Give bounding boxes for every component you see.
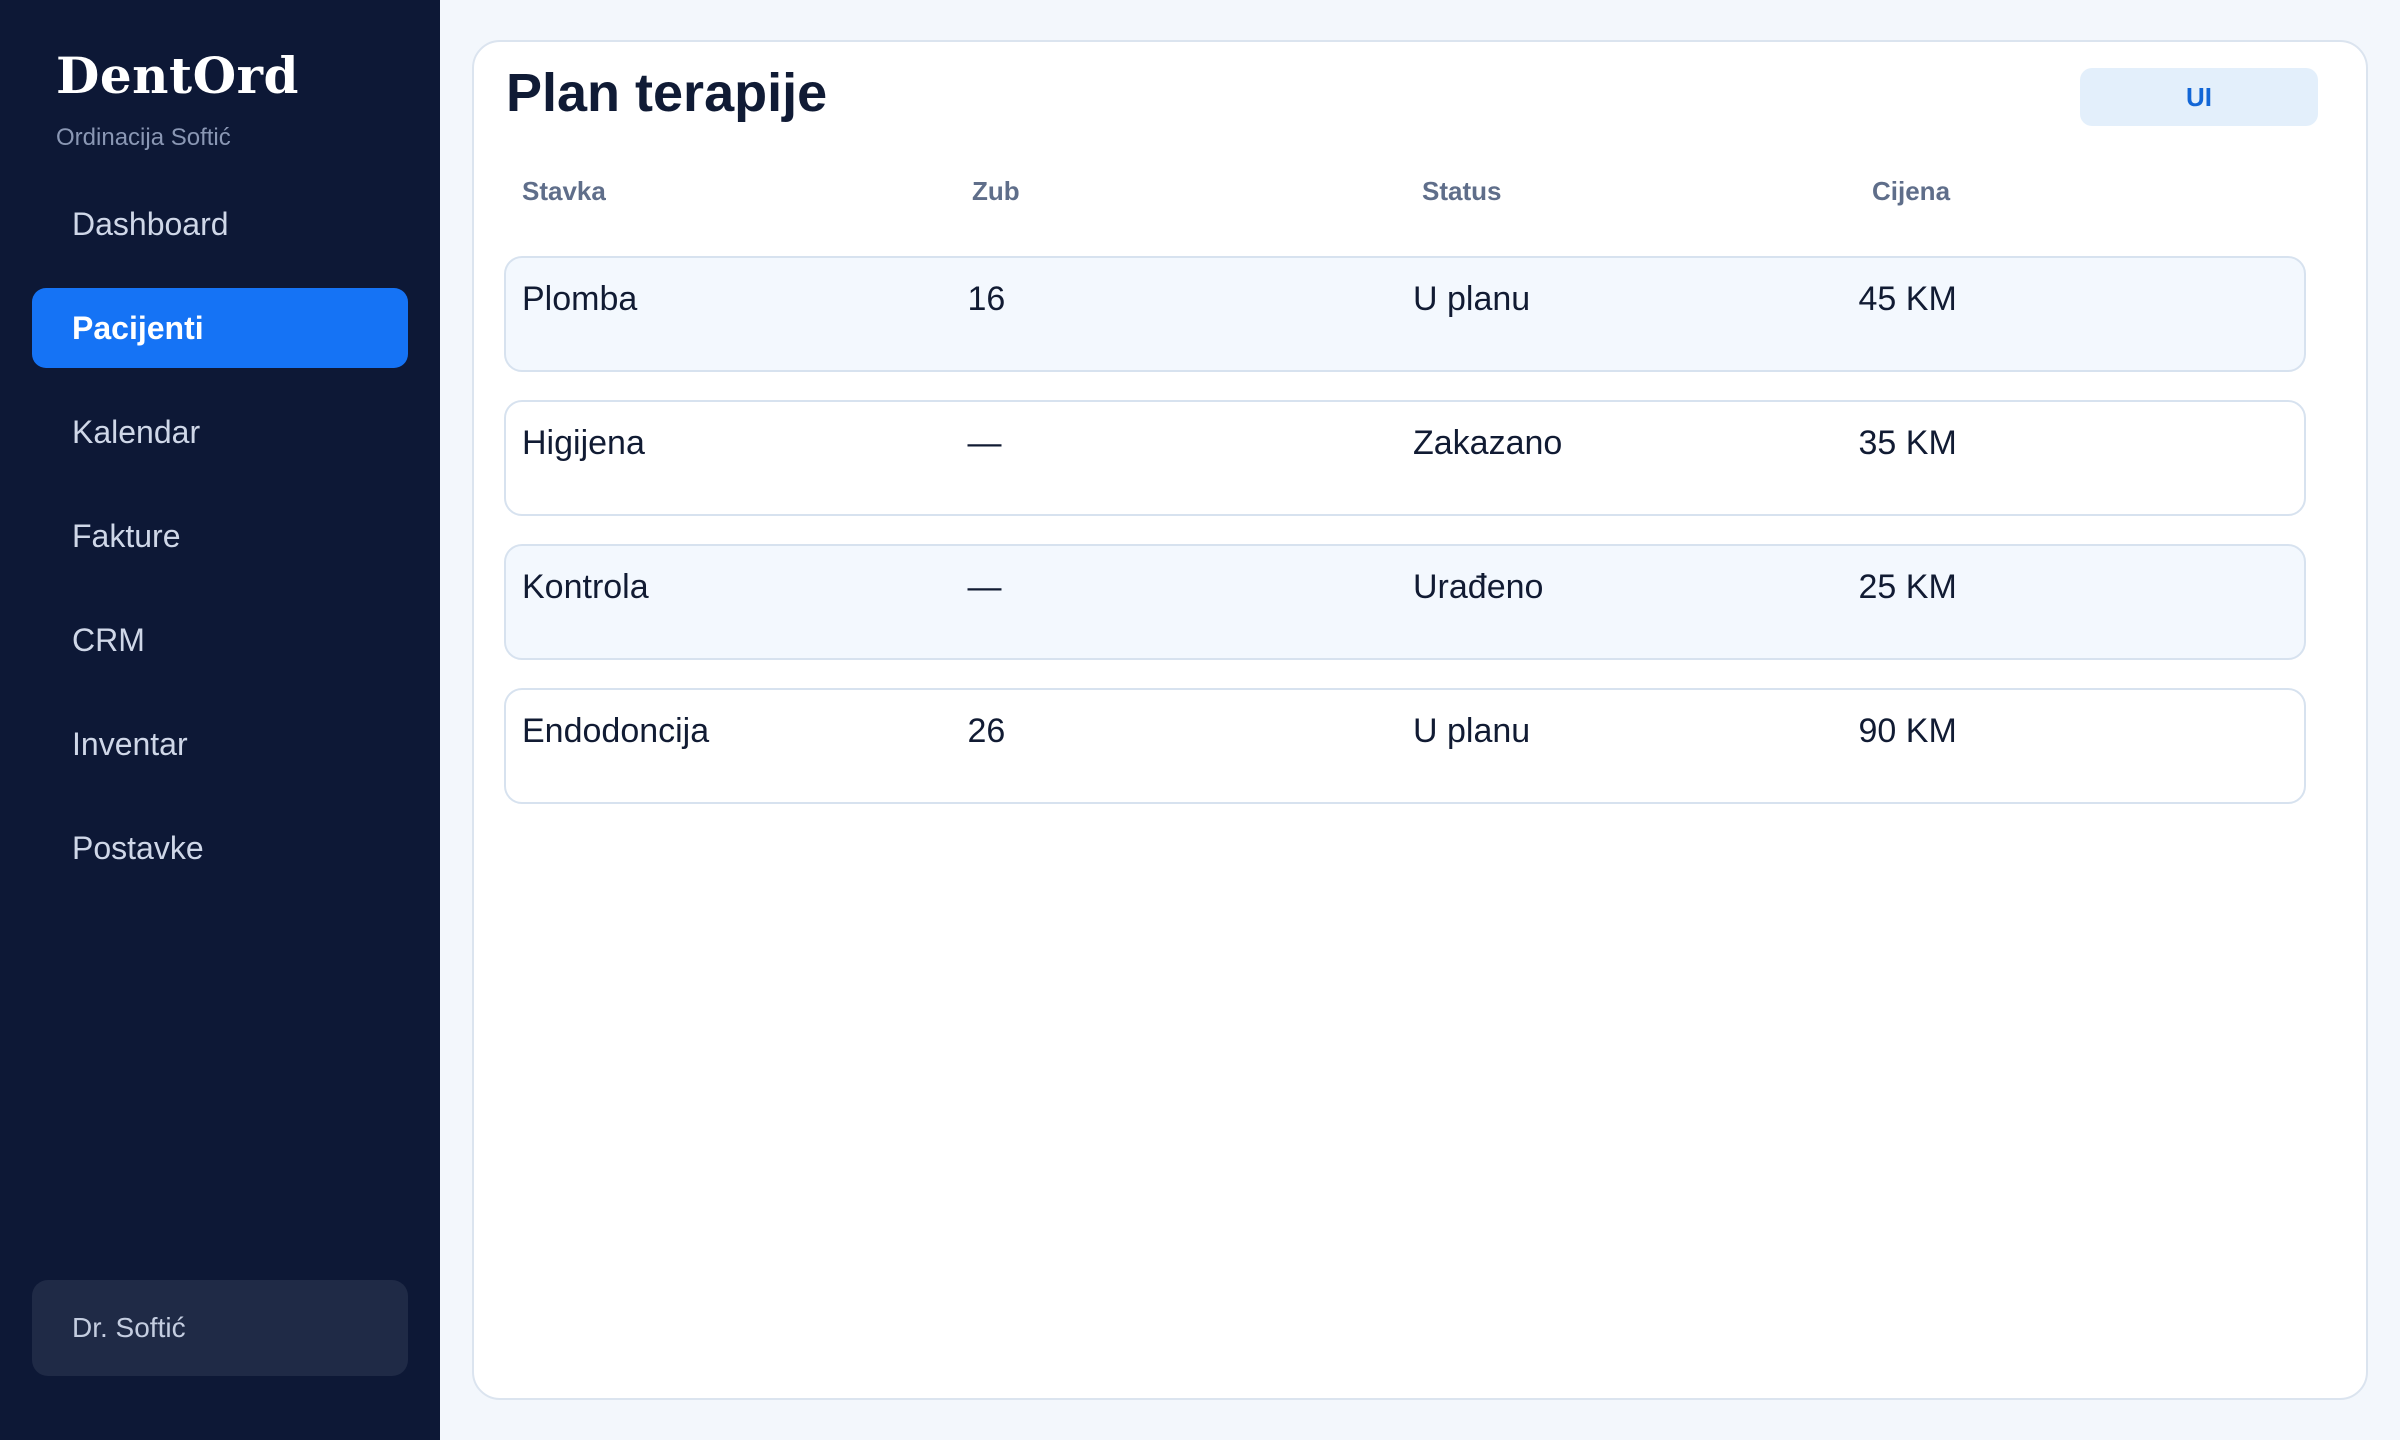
cell-zub: 26 (967, 712, 1006, 750)
user-name: Dr. Softić (72, 1312, 186, 1343)
cell-status: U planu (1413, 712, 1531, 750)
table-row[interactable]: Plomba 16 U planu 45 KM (504, 256, 2306, 372)
cell-status: U planu (1413, 280, 1531, 318)
sidebar-item-fakture[interactable]: Fakture (32, 496, 408, 576)
cell-stavka: Endodoncija (522, 712, 710, 750)
sidebar-item-kalendar[interactable]: Kalendar (32, 392, 408, 472)
app-root: DentOrd Ordinacija Softić Dashboard Paci… (0, 0, 2400, 1440)
cell-cijena: 25 KM (1858, 568, 1957, 606)
treatment-table-body: Plomba 16 U planu 45 KM Higijena — Zakaz… (504, 256, 2306, 832)
cell-zub: — (967, 424, 1002, 462)
column-header-status[interactable]: Status (1422, 176, 1872, 207)
cell-stavka: Kontrola (522, 568, 649, 606)
cell-status: Urađeno (1413, 568, 1544, 606)
brand-logo[interactable]: DentOrd (56, 46, 299, 105)
table-row[interactable]: Higijena — Zakazano 35 KM (504, 400, 2306, 516)
column-header-cijena[interactable]: Cijena (1872, 176, 2322, 207)
sidebar-item-dashboard[interactable]: Dashboard (32, 184, 408, 264)
sidebar-item-postavke[interactable]: Postavke (32, 808, 408, 888)
cell-stavka: Higijena (522, 424, 645, 462)
sidebar-item-inventar[interactable]: Inventar (32, 704, 408, 784)
table-row[interactable]: Kontrola — Urađeno 25 KM (504, 544, 2306, 660)
table-row[interactable]: Endodoncija 26 U planu 90 KM (504, 688, 2306, 804)
user-profile-button[interactable]: Dr. Softić (32, 1280, 408, 1376)
cell-zub: — (967, 568, 1002, 606)
cell-stavka: Plomba (522, 280, 638, 318)
cell-cijena: 90 KM (1858, 712, 1957, 750)
table-header: Stavka Zub Status Cijena (522, 176, 2322, 207)
cell-status: Zakazano (1413, 424, 1563, 462)
column-header-zub[interactable]: Zub (972, 176, 1422, 207)
clinic-name: Ordinacija Softić (56, 124, 231, 151)
ui-button[interactable]: UI (2080, 68, 2318, 126)
column-header-stavka[interactable]: Stavka (522, 176, 972, 207)
sidebar-item-crm[interactable]: CRM (32, 600, 408, 680)
cell-zub: 16 (967, 280, 1006, 318)
sidebar-item-pacijenti[interactable]: Pacijenti (32, 288, 408, 368)
page-title: Plan terapije (506, 63, 828, 123)
cell-cijena: 45 KM (1858, 280, 1957, 318)
sidebar-nav: Dashboard Pacijenti Kalendar Fakture CRM… (32, 184, 408, 912)
cell-cijena: 35 KM (1858, 424, 1957, 462)
treatment-plan-card: Plan terapije UI Stavka Zub Status Cijen… (472, 40, 2368, 1400)
sidebar: DentOrd Ordinacija Softić Dashboard Paci… (0, 0, 440, 1440)
